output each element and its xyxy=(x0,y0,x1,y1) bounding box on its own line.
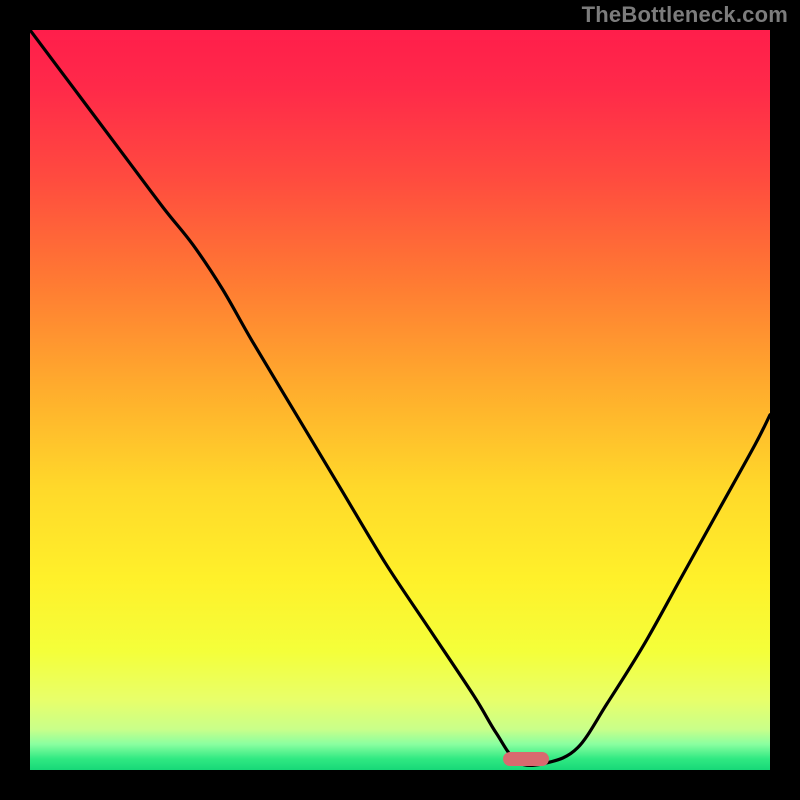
chart-frame: TheBottleneck.com xyxy=(0,0,800,800)
optimal-marker xyxy=(503,752,549,766)
watermark-text: TheBottleneck.com xyxy=(582,2,788,28)
plot-area xyxy=(30,30,770,770)
bottleneck-curve xyxy=(30,30,770,770)
